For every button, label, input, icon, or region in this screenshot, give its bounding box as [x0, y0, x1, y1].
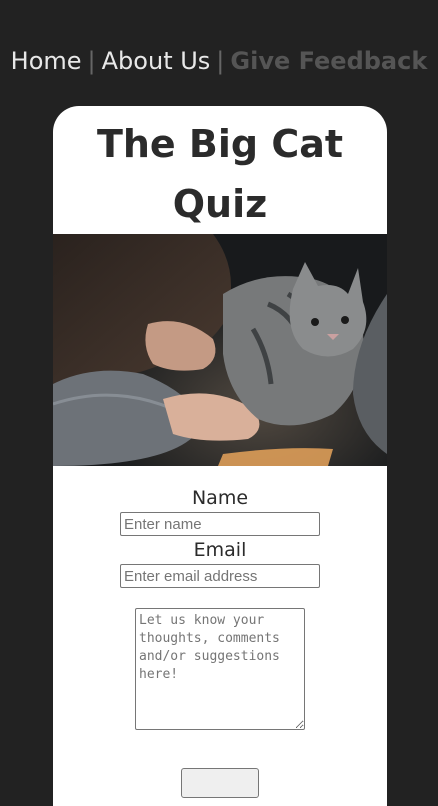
email-input[interactable]: [120, 564, 320, 588]
feedback-card: The Big Cat Quiz Name Enter name Email E…: [53, 106, 387, 806]
top-navigation: Home | About Us | Give Feedback: [0, 44, 438, 78]
nav-separator: |: [216, 47, 225, 75]
hero-image-child-with-cat: [53, 234, 387, 466]
feedback-textarea[interactable]: [135, 608, 305, 730]
feedback-form: Name Email: [53, 484, 387, 730]
email-label: Email: [193, 539, 247, 561]
nav-about-link[interactable]: About Us: [102, 47, 211, 75]
nav-separator: |: [87, 47, 96, 75]
name-input[interactable]: [120, 512, 320, 536]
nav-feedback-link[interactable]: Give Feedback: [230, 47, 427, 75]
submit-button[interactable]: [181, 768, 259, 798]
page-title: The Big Cat Quiz: [96, 122, 344, 226]
nav-home-link[interactable]: Home: [11, 47, 82, 75]
name-label: Name: [191, 487, 249, 509]
